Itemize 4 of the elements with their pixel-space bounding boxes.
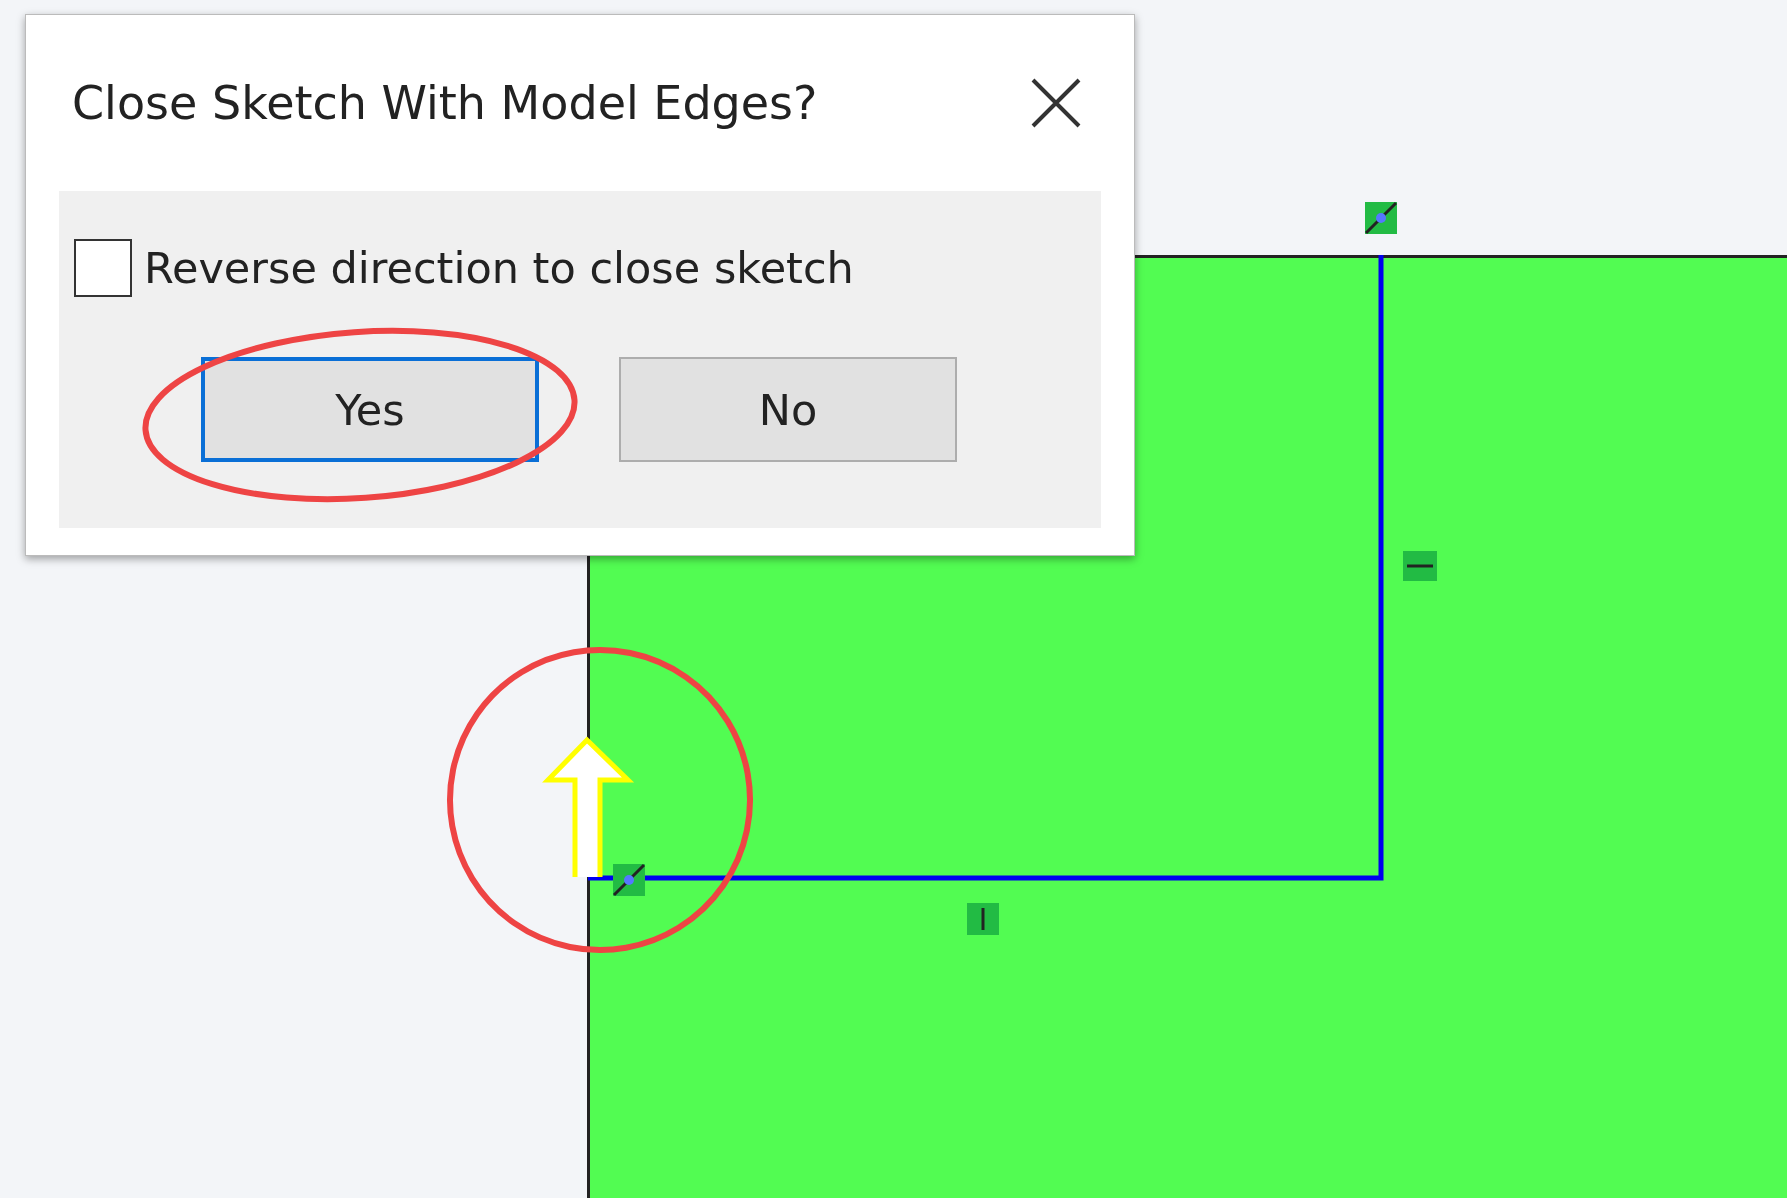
- dialog-button[interactable]: Yes: [201, 357, 539, 462]
- dialog-button[interactable]: No: [619, 357, 957, 462]
- dialog-title: Close Sketch With Model Edges?: [72, 76, 818, 130]
- checkbox-label: Reverse direction to close sketch: [144, 243, 854, 293]
